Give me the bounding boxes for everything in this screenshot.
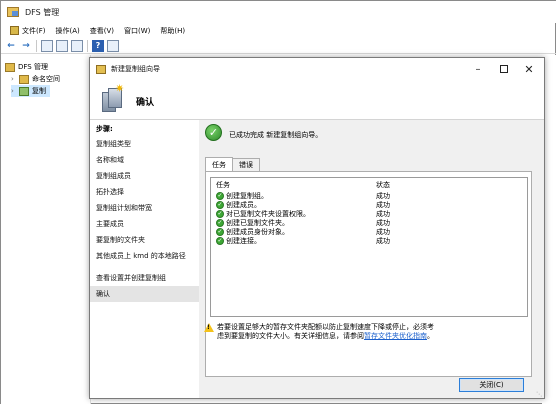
new-replication-group-wizard: 新建复制组向导 – ✕ ✷ 确认 步骤: 复制组类型 名称和域 复制组成员 拓扑… [89,57,545,399]
step-item: 名称和域 [96,156,124,164]
back-arrow-icon[interactable]: ← [5,40,17,52]
menu-help[interactable]: 帮助(H) [155,26,190,36]
success-check-icon: ✓ [216,200,224,209]
task-status: 成功 [376,236,390,245]
up-folder-icon[interactable] [41,39,53,52]
success-check-icon: ✓ [216,209,224,218]
tree-item-label: 命名空间 [32,75,60,83]
step-item: 复制组计划和带宽 [96,204,152,212]
tab-panel-tasks: 任务 状态 ✓ 创建复制组。 成功 ✓ 创建成员。 成功 ✓ 对已复制文件夹设置… [205,171,532,377]
task-name: 创建连接。 [226,236,261,245]
step-item: 要复制的文件夹 [96,236,145,244]
namespace-icon [19,74,29,84]
tree-item-namespaces[interactable]: › 命名空间 [11,73,60,85]
warning-icon: ! [204,323,214,332]
step-item: 复制组类型 [96,140,131,148]
maximize-icon [500,65,508,73]
warning-message: 若要设置足够大的暂存文件夹配额以防止复制速度下降或停止，必须考虑到要复制的文件大… [217,323,437,341]
success-check-icon: ✓ [216,218,224,227]
tab-errors[interactable]: 错误 [232,158,260,171]
help-icon[interactable]: ? [92,39,104,52]
toolbar: ← → ? [1,38,556,54]
tree-item-label: 复制 [32,87,46,95]
success-check-icon: ✓ [216,191,224,200]
menu-window[interactable]: 窗口(W) [119,26,155,36]
tree-item-label: DFS 管理 [18,63,48,71]
task-table: 任务 状态 ✓ 创建复制组。 成功 ✓ 创建成员。 成功 ✓ 对已复制文件夹设置… [210,177,528,317]
success-check-icon: ✓ [205,124,222,141]
wizard-header: ✷ 确认 [90,80,544,120]
success-check-icon: ✓ [216,236,224,245]
chevron-right-icon[interactable]: › [11,87,19,95]
result-tabs: 任务 错误 [205,157,260,171]
wizard-titlebar: 新建复制组向导 – ✕ [90,58,544,80]
minimize-button[interactable]: – [468,61,488,77]
new-star-icon: ✷ [115,82,125,95]
step-item: 拓扑选择 [96,188,124,196]
page-title: 确认 [136,98,155,108]
forward-arrow-icon[interactable]: → [20,40,32,52]
column-header-status: 状态 [376,180,390,189]
menu-file-label: 文件(F) [22,26,46,35]
column-header-task: 任务 [216,180,230,189]
step-item: 查看设置并创建复制组 [96,274,166,282]
tree-item-replication[interactable]: › 复制 [11,85,50,97]
wizard-content: ✓ 已成功完成 新建复制组向导。 任务 错误 任务 状态 ✓ 创建复制组。 成功… [199,120,544,398]
warning-end: 。 [427,332,434,340]
export-list-icon[interactable] [71,39,83,52]
menu-action[interactable]: 操作(A) [51,26,85,36]
file-menu-icon [10,26,19,35]
wizard-app-icon [96,64,106,74]
mmc-titlebar: DFS 管理 [1,1,556,23]
success-message: 已成功完成 新建复制组向导。 [229,131,323,139]
close-window-button[interactable]: ✕ [519,61,539,77]
resize-grip-icon[interactable]: ⋱ [536,391,542,398]
tree-item-dfs-management[interactable]: DFS 管理 [5,61,48,73]
chevron-right-icon[interactable]: › [11,75,19,83]
steps-label: 步骤: [96,125,113,133]
menu-view[interactable]: 查看(V) [85,26,119,36]
replication-icon [19,86,29,96]
table-row: ✓ 创建连接。 成功 [211,236,527,245]
success-check-icon: ✓ [216,227,224,236]
dfs-management-icon [5,62,15,72]
tab-tasks[interactable]: 任务 [205,157,233,171]
menu-bar: 文件(F) 操作(A) 查看(V) 窗口(W) 帮助(H) [1,23,556,38]
step-item: 其他成员上 kmd 的本地路径 [96,252,186,260]
toolbar-divider [87,39,88,52]
step-item-active: 确认 [90,286,199,302]
staging-folder-guide-link[interactable]: 暂存文件夹优化指南 [364,332,427,340]
dfs-app-icon [7,7,19,17]
mmc-title: DFS 管理 [25,7,60,17]
wizard-title: 新建复制组向导 [111,65,160,73]
close-button[interactable]: 关闭(C) [459,378,524,392]
properties-icon[interactable] [107,39,119,52]
step-item: 主要成员 [96,220,124,228]
show-hide-tree-icon[interactable] [56,39,68,52]
toolbar-divider [36,39,37,52]
step-item: 复制组成员 [96,172,131,180]
task-list-area: 任务 状态 ✓ 创建复制组。 成功 ✓ 创建成员。 成功 ✓ 对已复制文件夹设置… [206,172,531,317]
replication-wizard-icon: ✷ [99,82,125,114]
menu-file[interactable]: 文件(F) [5,26,51,36]
steps-pane: 步骤: 复制组类型 名称和域 复制组成员 拓扑选择 复制组计划和带宽 主要成员 … [90,120,199,398]
console-tree: DFS 管理 › 命名空间 › 复制 [1,55,91,404]
maximize-button[interactable] [494,61,514,77]
